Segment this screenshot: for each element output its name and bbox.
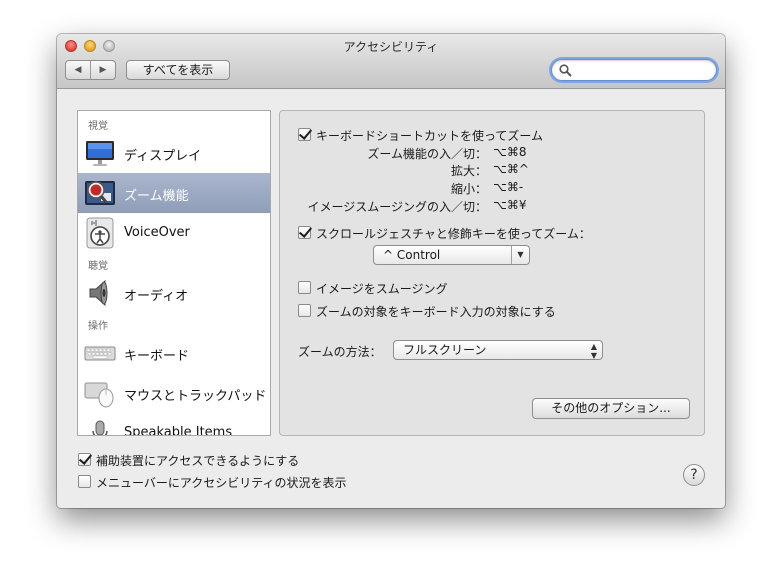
window-title: アクセシビリティ bbox=[343, 40, 439, 54]
modifier-key-value: ^ Control bbox=[383, 248, 441, 262]
speaker-icon bbox=[89, 279, 108, 307]
menubar-status-label: メニューバーにアクセシビリティの状況を表示 bbox=[96, 476, 347, 490]
search-icon bbox=[559, 64, 572, 77]
smoothing-checkbox[interactable] bbox=[298, 281, 311, 294]
modifier-key-popup[interactable]: ^ Control ▼ bbox=[373, 245, 530, 265]
sidebar-item-label: マウスとトラックパッド bbox=[124, 389, 267, 404]
sidebar-item-label: ディスプレイ bbox=[124, 149, 202, 164]
show-all-button[interactable]: すべてを表示 bbox=[126, 60, 230, 80]
title-bar: アクセシビリティ ◀ ▶ すべてを表示 bbox=[57, 34, 725, 89]
section-header-interaction: 操作 bbox=[88, 321, 108, 332]
shortcut-row: イメージスムージングの入／切： ⌥⌘¥ bbox=[280, 198, 548, 215]
shortcut-keys: ⌥⌘8 bbox=[493, 145, 527, 159]
section-header-vision: 視覚 bbox=[88, 121, 108, 132]
sidebar-item-label: VoiceOver bbox=[124, 225, 190, 240]
sidebar-item-mouse-trackpad[interactable]: マウスとトラックパッド bbox=[78, 373, 270, 413]
shortcut-name: イメージスムージングの入／切： bbox=[307, 200, 487, 214]
assistive-devices-checkbox[interactable] bbox=[78, 453, 91, 466]
zoom-icon bbox=[85, 181, 115, 205]
mouse-icon bbox=[84, 382, 114, 408]
shortcut-name: 拡大： bbox=[450, 164, 487, 178]
search-field[interactable] bbox=[551, 59, 717, 81]
shortcut-name: 縮小： bbox=[450, 182, 487, 196]
shortcut-name: ズーム機能の入／切： bbox=[367, 147, 487, 161]
menubar-status-checkbox[interactable] bbox=[78, 475, 91, 488]
scroll-gesture-checkbox[interactable] bbox=[298, 226, 311, 239]
zoom-settings-pane: キーボードショートカットを使ってズーム ズーム機能の入／切： ⌥⌘8 拡大： ⌥… bbox=[279, 110, 705, 436]
sidebar-item-display[interactable]: ディスプレイ bbox=[78, 133, 270, 173]
sidebar-item-voiceover[interactable]: VoiceOver bbox=[78, 213, 270, 253]
shortcut-keys: ⌥⌘¥ bbox=[493, 198, 527, 212]
shortcut-keys: ⌥⌘- bbox=[493, 180, 524, 194]
sidebar-item-label: オーディオ bbox=[124, 289, 189, 304]
microphone-icon bbox=[92, 420, 108, 435]
keyboard-shortcuts-label: キーボードショートカットを使ってズーム bbox=[316, 129, 544, 143]
sidebar-item-audio[interactable]: オーディオ bbox=[78, 273, 270, 313]
category-sidebar: 視覚 ディスプレイ ズーム機能 VoiceOver 聴覚 オーディオ 操作 キー… bbox=[77, 110, 271, 436]
follow-focus-checkbox[interactable] bbox=[298, 304, 311, 317]
shortcut-row: 縮小： ⌥⌘- bbox=[280, 180, 548, 197]
more-options-button[interactable]: その他のオプション... bbox=[532, 398, 690, 419]
section-header-hearing: 聴覚 bbox=[88, 261, 108, 272]
follow-focus-label: ズームの対象をキーボード入力の対象にする bbox=[316, 305, 556, 319]
forward-arrow-icon[interactable]: ▶ bbox=[91, 61, 115, 79]
back-arrow-icon[interactable]: ◀ bbox=[66, 61, 91, 79]
sidebar-item-speakable-items[interactable]: Speakable Items bbox=[78, 413, 270, 436]
scroll-gesture-label: スクロールジェスチャと修飾キーを使ってズーム： bbox=[316, 227, 591, 241]
sidebar-item-label: ズーム機能 bbox=[124, 189, 189, 204]
voiceover-icon bbox=[86, 217, 114, 249]
sidebar-item-label: キーボード bbox=[124, 349, 190, 364]
zoom-style-value: フルスクリーン bbox=[403, 343, 487, 357]
keyboard-icon bbox=[84, 346, 116, 361]
shortcut-row: 拡大： ⌥⌘^ bbox=[280, 162, 548, 179]
updown-arrows-icon: ▲ ▼ bbox=[590, 342, 597, 360]
zoom-style-popup[interactable]: フルスクリーン ▲ ▼ bbox=[393, 340, 603, 360]
shortcut-keys: ⌥⌘^ bbox=[493, 162, 529, 176]
assistive-devices-label: 補助装置にアクセスできるようにする bbox=[96, 454, 300, 468]
preferences-window: アクセシビリティ ◀ ▶ すべてを表示 視覚 ディスプレイ ズーム機能 Voic… bbox=[57, 34, 725, 508]
help-button[interactable]: ? bbox=[683, 464, 705, 486]
zoom-style-label: ズームの方法： bbox=[298, 345, 382, 359]
back-forward-control: ◀ ▶ bbox=[65, 60, 116, 80]
sidebar-item-keyboard[interactable]: キーボード bbox=[78, 333, 270, 373]
smoothing-label: イメージをスムージング bbox=[316, 282, 448, 296]
keyboard-shortcuts-checkbox[interactable] bbox=[298, 128, 311, 141]
sidebar-item-label: Speakable Items bbox=[124, 425, 233, 436]
shortcut-row: ズーム機能の入／切： ⌥⌘8 bbox=[280, 145, 548, 162]
sidebar-item-zoom[interactable]: ズーム機能 bbox=[78, 173, 270, 213]
chevron-down-icon: ▼ bbox=[511, 246, 529, 264]
display-icon bbox=[86, 141, 114, 166]
